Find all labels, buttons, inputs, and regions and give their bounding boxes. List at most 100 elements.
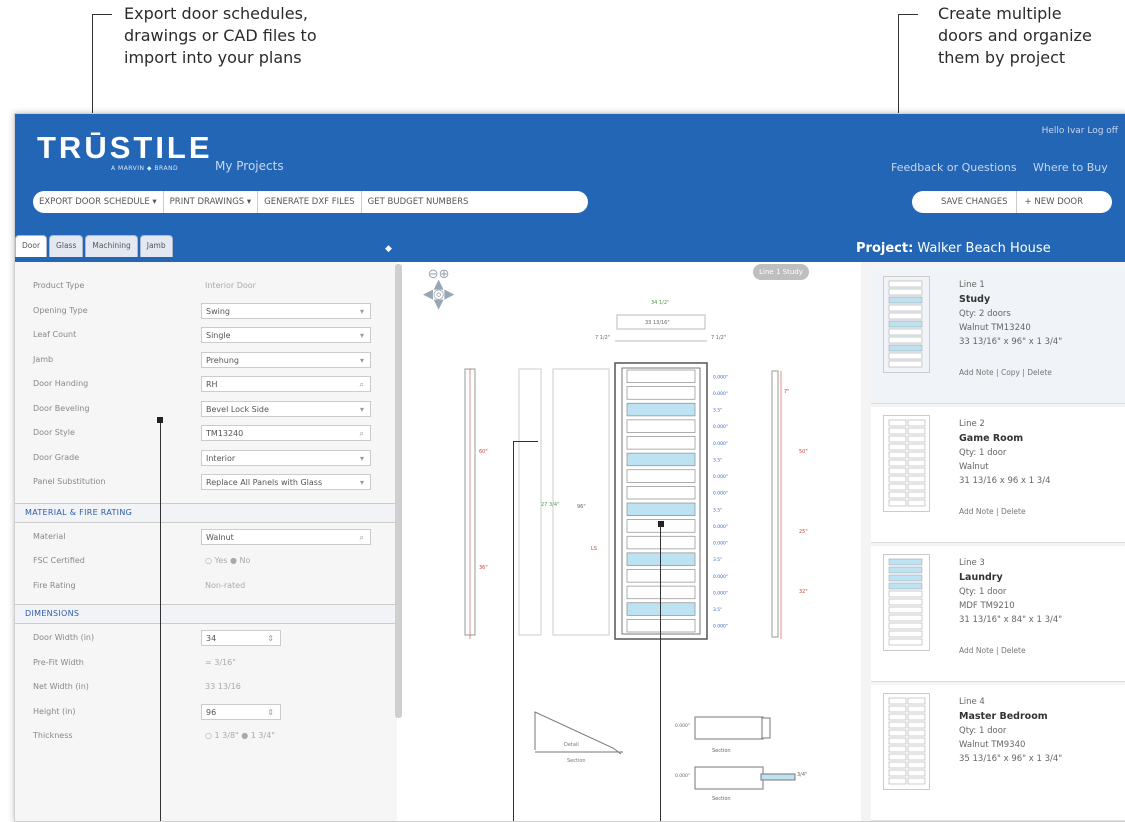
- callout-line: [513, 441, 538, 442]
- thumbnail-panel: [888, 419, 907, 427]
- form-row: Height (in) 96 ⇕: [33, 703, 383, 722]
- number-stepper[interactable]: 96 ⇕: [201, 703, 281, 721]
- thumbnail-panel: [888, 312, 923, 320]
- search-icon[interactable]: ⌕: [360, 377, 364, 393]
- section-material-fire: MATERIAL & FIRE RATING: [15, 502, 397, 523]
- jamb-profile: [771, 370, 779, 638]
- dimension-label: 7": [784, 389, 789, 395]
- callout-text: Create multiple: [938, 4, 1062, 23]
- dropdown-select[interactable]: Bevel Lock Side ▾: [201, 400, 371, 418]
- panel-dimension-label: 0.000": [713, 524, 728, 530]
- thumbnail-panel: [888, 328, 923, 336]
- project-actions: SAVE CHANGES + NEW DOOR: [912, 191, 1112, 213]
- search-icon[interactable]: ⌕: [360, 530, 364, 546]
- tab-jamb[interactable]: Jamb: [139, 235, 173, 257]
- thumbnail-panel: [888, 705, 907, 713]
- panel-dimension-label: 0.000": [713, 424, 728, 430]
- door-thumbnail[interactable]: [883, 693, 930, 790]
- chevron-down-icon[interactable]: ▾: [360, 451, 364, 467]
- thumbnail-panel: [888, 582, 923, 590]
- dropdown-select[interactable]: Interior ▾: [201, 449, 371, 467]
- search-field[interactable]: Walnut ⌕: [201, 528, 371, 546]
- generate-dxf-button[interactable]: GENERATE DXF FILES: [258, 191, 362, 213]
- my-projects-link[interactable]: My Projects: [215, 159, 284, 173]
- export-schedule-button[interactable]: EXPORT DOOR SCHEDULE ▾: [33, 191, 164, 213]
- dropdown-select[interactable]: Prehung ▾: [201, 351, 371, 369]
- thumbnail-panel: [888, 443, 907, 451]
- thumbnail-panel: [888, 320, 923, 328]
- field-label: Door Grade: [33, 452, 80, 462]
- panel-dimension-label: 0.000": [713, 491, 728, 497]
- feedback-link[interactable]: Feedback or Questions: [891, 161, 1017, 174]
- line-item-card[interactable]: Line 2 Game Room Qty: 1 door Walnut 31 13/16…: [871, 407, 1125, 543]
- print-drawings-button[interactable]: PRINT DRAWINGS ▾: [164, 191, 259, 213]
- search-icon[interactable]: ⌕: [360, 426, 364, 442]
- search-field[interactable]: TM13240 ⌕: [201, 425, 371, 441]
- get-budget-button[interactable]: GET BUDGET NUMBERS: [362, 191, 475, 213]
- chevron-down-icon[interactable]: ▾: [360, 353, 364, 369]
- field-label: Door Style: [33, 428, 75, 437]
- door-panel: [626, 386, 696, 400]
- chevron-down-icon[interactable]: ▾: [360, 328, 364, 344]
- dimension-label: 25": [799, 529, 808, 535]
- form-row: Opening Type Swing ▾: [33, 302, 383, 321]
- project-name: Walker Beach House: [917, 241, 1051, 256]
- line-item-actions[interactable]: Add Note | Delete: [959, 646, 1026, 655]
- dropdown-select[interactable]: Replace All Panels with Glass ▾: [201, 474, 371, 490]
- dropdown-select[interactable]: Swing ▾: [201, 302, 371, 320]
- callout-text: drawings or CAD files to: [124, 26, 317, 45]
- stepper-icon[interactable]: ⇕: [267, 631, 274, 647]
- line-item-actions[interactable]: Add Note | Copy | Delete: [959, 368, 1052, 377]
- thumbnail-panel: [888, 483, 907, 491]
- tab-glass[interactable]: Glass: [49, 235, 84, 257]
- panel-scrollbar[interactable]: [395, 264, 402, 718]
- room-name: Study: [959, 294, 991, 305]
- form-row: Door Grade Interior ▾: [33, 449, 383, 468]
- collapse-handle-icon[interactable]: ◆: [385, 244, 392, 254]
- chevron-down-icon[interactable]: ▾: [360, 402, 364, 418]
- line-number: Line 2: [959, 419, 985, 429]
- dimension-label: Section: [712, 796, 731, 802]
- form-row: Jamb Prehung ▾: [33, 351, 383, 370]
- door-thumbnail[interactable]: [883, 276, 930, 373]
- panel-dimension-label: 0.000": [713, 574, 728, 580]
- door-thumbnail[interactable]: [883, 554, 930, 651]
- field-label: Material: [33, 531, 66, 541]
- chevron-down-icon[interactable]: ▾: [360, 475, 364, 491]
- thumbnail-panel: [907, 737, 926, 745]
- line-item-card[interactable]: Line 3 Laundry Qty: 1 door MDF TM9210 31 13/…: [871, 546, 1125, 682]
- door-panel: [626, 419, 696, 433]
- chevron-down-icon[interactable]: ▾: [360, 304, 364, 320]
- section-detail: [694, 716, 764, 740]
- stepper-icon[interactable]: ⇕: [267, 705, 274, 721]
- tab-door[interactable]: Door: [15, 235, 48, 257]
- tab-machining[interactable]: Machining: [85, 235, 138, 257]
- dimension-label: Section: [567, 758, 586, 764]
- field-value: Replace All Panels with Glass: [206, 478, 323, 487]
- where-to-buy-link[interactable]: Where to Buy: [1033, 161, 1108, 174]
- thumbnail-panel: [888, 574, 923, 582]
- panel-dimension-label: 0.000": [713, 624, 728, 630]
- line-item-card[interactable]: Line 1 Study Qty: 2 doors Walnut TM13240 33 …: [871, 268, 1125, 404]
- field-label: Door Beveling: [33, 403, 90, 413]
- user-greeting[interactable]: Hello Ivar Log off: [1042, 126, 1118, 136]
- dropdown-select[interactable]: Single ▾: [201, 327, 371, 343]
- number-stepper[interactable]: 34 ⇕: [201, 630, 281, 646]
- door-size: 35 13/16" x 96" x 1 3/4": [959, 754, 1063, 764]
- field-value: TM13240: [206, 429, 244, 438]
- new-door-button[interactable]: + NEW DOOR: [1017, 191, 1092, 213]
- line-item-card[interactable]: Line 4 Master Bedroom Qty: 1 door Walnut TM…: [871, 685, 1125, 821]
- thumbnail-panel: [907, 443, 926, 451]
- panel-dimension-label: 0.000": [713, 590, 728, 596]
- search-field[interactable]: RH ⌕: [201, 376, 371, 392]
- thumbnail-panel: [907, 451, 926, 459]
- trustile-logo[interactable]: TRŪSTILE: [37, 130, 213, 166]
- field-value: ○ Yes ● No: [205, 556, 251, 565]
- callout-text: doors and organize: [938, 26, 1092, 45]
- section-title: DIMENSIONS: [25, 609, 80, 618]
- save-changes-button[interactable]: SAVE CHANGES: [933, 191, 1017, 213]
- thumbnail-panel: [888, 288, 923, 296]
- thumbnail-panel: [888, 745, 907, 753]
- door-thumbnail[interactable]: [883, 415, 930, 512]
- line-item-actions[interactable]: Add Note | Delete: [959, 507, 1026, 516]
